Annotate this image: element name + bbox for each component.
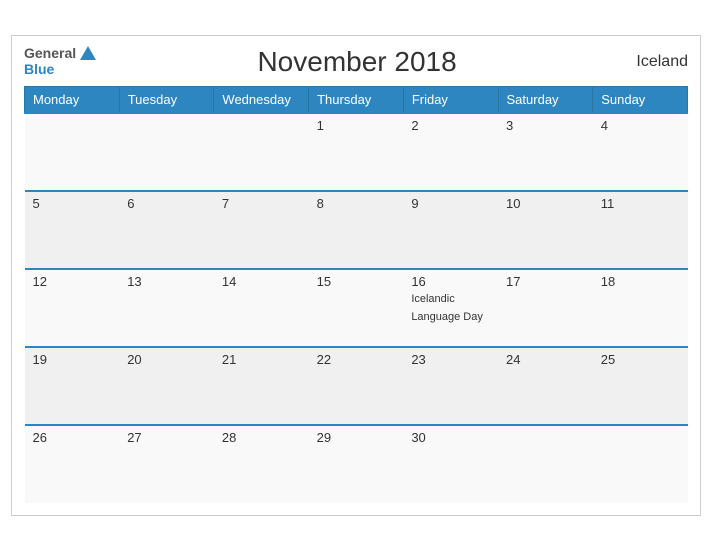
header-thursday: Thursday (309, 86, 404, 113)
table-row: 1 (309, 113, 404, 191)
table-row: 13 (119, 269, 214, 347)
calendar-week-row: 56 7 89 10 11 (25, 191, 688, 269)
table-row: 12 (25, 269, 120, 347)
day-number: 18 (601, 274, 680, 289)
header-sunday: Sunday (593, 86, 688, 113)
table-row: 22 (309, 347, 404, 425)
day-number: 3 (506, 118, 585, 133)
day-number: 17 (506, 274, 585, 289)
table-row: 8 (309, 191, 404, 269)
day-number: 10 (506, 196, 585, 211)
table-row: 6 (119, 191, 214, 269)
table-row: 24 (498, 347, 593, 425)
table-row: 30 (403, 425, 498, 503)
table-row: 4 (593, 113, 688, 191)
table-row: 23 (403, 347, 498, 425)
table-row: 3 (498, 113, 593, 191)
logo: General Blue (24, 46, 96, 77)
calendar-week-row: 19 20 21 22 23 24 25 (25, 347, 688, 425)
calendar-container: General Blue November 2018 Iceland Monda… (11, 35, 701, 516)
day-number: 7 (222, 196, 301, 211)
day-number: 29 (317, 430, 396, 445)
calendar-header: General Blue November 2018 Iceland (24, 46, 688, 78)
weekday-header-row: Monday Tuesday Wednesday Thursday Friday… (25, 86, 688, 113)
table-row: 18 (593, 269, 688, 347)
logo-general-text: General (24, 46, 76, 61)
table-row: 26 (25, 425, 120, 503)
day-number: 11 (601, 196, 680, 211)
header-tuesday: Tuesday (119, 86, 214, 113)
table-row: 27 (119, 425, 214, 503)
event-label: Icelandic Language Day (411, 293, 483, 323)
table-row (593, 425, 688, 503)
logo-blue-text: Blue (24, 62, 54, 77)
day-number: 12 (33, 274, 112, 289)
day-number: 24 (506, 352, 585, 367)
table-row: 28 (214, 425, 309, 503)
day-number: 14 (222, 274, 301, 289)
day-number: 1 (317, 118, 396, 133)
calendar-table: Monday Tuesday Wednesday Thursday Friday… (24, 86, 688, 503)
day-number: 20 (127, 352, 206, 367)
day-number: 9 (411, 196, 490, 211)
header-wednesday: Wednesday (214, 86, 309, 113)
country-label: Iceland (618, 53, 688, 71)
day-number: 26 (33, 430, 112, 445)
day-number: 4 (601, 118, 680, 133)
table-row: 29 (309, 425, 404, 503)
day-number: 13 (127, 274, 206, 289)
calendar-week-row: 12 3 4 (25, 113, 688, 191)
table-row: 14 (214, 269, 309, 347)
day-number: 5 (33, 196, 112, 211)
day-number: 15 (317, 274, 396, 289)
table-row: 7 (214, 191, 309, 269)
table-row: 5 (25, 191, 120, 269)
day-number: 2 (411, 118, 490, 133)
table-row (214, 113, 309, 191)
day-number: 19 (33, 352, 112, 367)
table-row: 9 (403, 191, 498, 269)
table-row: 21 (214, 347, 309, 425)
calendar-week-row: 26 27 28 29 30 (25, 425, 688, 503)
table-row: 15 (309, 269, 404, 347)
day-number: 16 (411, 274, 490, 289)
table-row (498, 425, 593, 503)
day-number: 8 (317, 196, 396, 211)
day-number: 30 (411, 430, 490, 445)
header-monday: Monday (25, 86, 120, 113)
day-number: 21 (222, 352, 301, 367)
table-row: 17 (498, 269, 593, 347)
day-number: 27 (127, 430, 206, 445)
table-row (25, 113, 120, 191)
table-row: 20 (119, 347, 214, 425)
table-row: 2 (403, 113, 498, 191)
table-row: 11 (593, 191, 688, 269)
day-number: 22 (317, 352, 396, 367)
logo-triangle-icon (80, 46, 96, 60)
day-number: 25 (601, 352, 680, 367)
header-friday: Friday (403, 86, 498, 113)
day-number: 28 (222, 430, 301, 445)
table-row: 10 (498, 191, 593, 269)
table-row: 19 (25, 347, 120, 425)
table-row: 25 (593, 347, 688, 425)
calendar-week-row: 12 13 14 15 16 Icelandic Language Day 17 18 (25, 269, 688, 347)
day-number: 6 (127, 196, 206, 211)
calendar-title: November 2018 (96, 46, 618, 78)
day-number: 23 (411, 352, 490, 367)
table-row (119, 113, 214, 191)
header-saturday: Saturday (498, 86, 593, 113)
table-row: 16 Icelandic Language Day (403, 269, 498, 347)
